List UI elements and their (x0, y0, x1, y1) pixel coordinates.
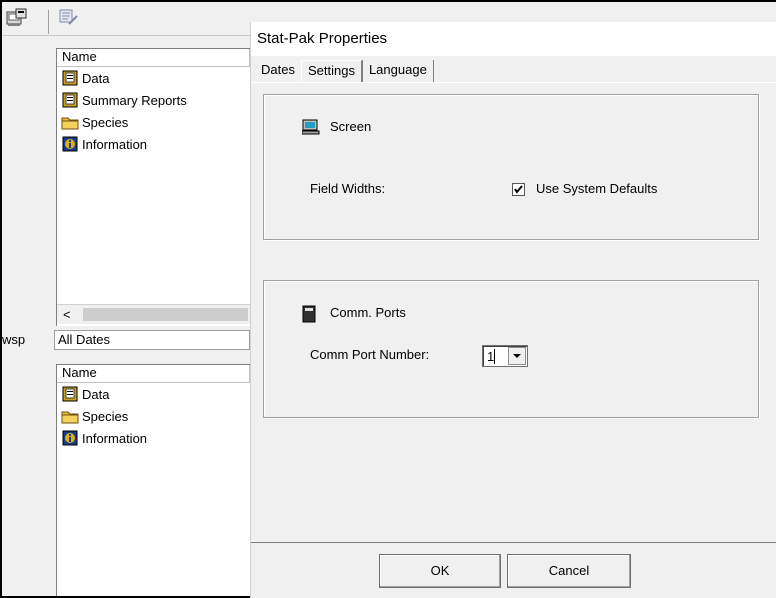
tree-item-label: Species (82, 114, 129, 130)
properties-icon[interactable] (6, 8, 28, 28)
comm-port-icon (302, 305, 316, 323)
checkmark-icon (514, 185, 523, 194)
tree-item-label: Data (82, 70, 110, 86)
tree-item-label: Information (82, 136, 148, 152)
use-system-defaults-checkbox[interactable] (512, 183, 525, 196)
data-book-icon (61, 386, 79, 402)
tab-strip: Dates Settings Language (255, 60, 434, 83)
scroll-left-arrow[interactable]: < (63, 307, 71, 322)
tab-dates[interactable]: Dates (255, 60, 301, 82)
tree-item-information[interactable]: Information (57, 427, 250, 449)
toolbar-separator (48, 10, 49, 34)
text-cursor (494, 349, 495, 364)
column-header-name[interactable]: Name (57, 49, 250, 67)
cancel-button[interactable]: Cancel (507, 554, 631, 588)
tab-settings[interactable]: Settings (300, 60, 362, 83)
tab-language[interactable]: Language (361, 60, 434, 82)
tree-item-data[interactable]: Data (57, 383, 250, 405)
dates-field[interactable]: All Dates (54, 330, 250, 350)
comm-port-number-label: Comm Port Number: (310, 347, 430, 362)
top-tree-list[interactable]: Name Data Summary Reports Species Informati… (56, 48, 250, 326)
dropdown-button[interactable] (508, 347, 526, 365)
folder-icon (61, 408, 79, 424)
field-widths-label: Field Widths: (310, 181, 386, 196)
folder-icon (61, 114, 79, 130)
bottom-tree-items: Data Species Information (57, 383, 250, 449)
tree-item-species[interactable]: Species (57, 405, 250, 427)
tree-item-species[interactable]: Species (57, 111, 250, 133)
tree-item-label: Information (82, 430, 148, 446)
top-horizontal-scrollbar[interactable]: < (57, 304, 250, 324)
comm-port-select[interactable]: 1 (482, 345, 528, 367)
top-tree-items: Data Summary Reports Species Information (57, 67, 250, 155)
info-book-icon (61, 136, 79, 152)
comm-ports-group: Comm. Ports Comm Port Number: 1 (263, 280, 759, 418)
date-filter-row: wsp All Dates (2, 328, 250, 352)
screen-group: Screen Field Widths: Use System Defaults (263, 94, 759, 240)
info-book-icon (61, 430, 79, 446)
button-area-divider (251, 542, 776, 543)
monitor-icon (301, 119, 320, 135)
reports-book-icon (61, 92, 79, 108)
stat-pak-properties-dialog: Stat-Pak Properties Dates Settings Langu… (250, 22, 776, 598)
data-book-icon (61, 70, 79, 86)
left-label: wsp (2, 332, 26, 347)
edit-list-icon[interactable] (58, 8, 80, 28)
tree-item-data[interactable]: Data (57, 67, 250, 89)
use-system-defaults-label[interactable]: Use System Defaults (536, 181, 657, 196)
column-header-name[interactable]: Name (57, 365, 250, 383)
tree-item-label: Species (82, 408, 129, 424)
tree-item-summary-reports[interactable]: Summary Reports (57, 89, 250, 111)
screen-group-label: Screen (330, 119, 372, 134)
chevron-down-icon (513, 354, 521, 358)
dialog-title: Stat-Pak Properties (251, 22, 776, 56)
scroll-thumb[interactable] (83, 308, 248, 321)
tree-item-label: Summary Reports (82, 92, 187, 108)
bottom-tree-list[interactable]: Name Data Species Information (56, 364, 250, 596)
tree-item-information[interactable]: Information (57, 133, 250, 155)
comm-ports-label: Comm. Ports (330, 305, 406, 320)
ok-button[interactable]: OK (379, 554, 501, 588)
tree-item-label: Data (82, 386, 110, 402)
